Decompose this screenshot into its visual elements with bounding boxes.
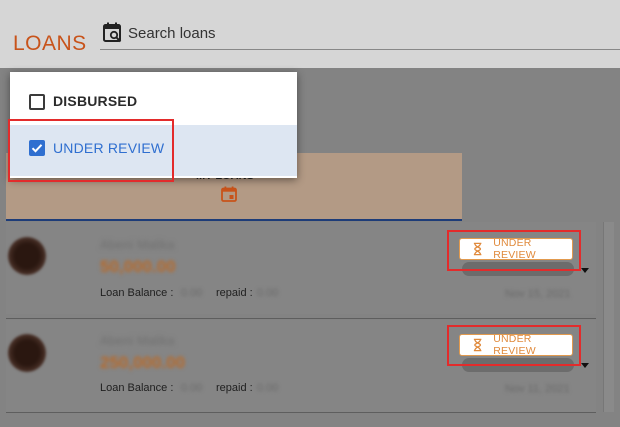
borrower-name: Abeni Malika <box>100 333 175 348</box>
highlight-frame <box>8 119 174 182</box>
highlight-frame <box>447 230 581 271</box>
repaid-label: repaid : <box>216 382 253 394</box>
row-divider <box>6 412 596 413</box>
tab-active-indicator <box>6 219 462 221</box>
menu-item-label: DISBURSED <box>53 93 138 109</box>
loan-amount: 50,000.00 <box>100 257 176 276</box>
scrollbar[interactable] <box>603 222 614 412</box>
avatar <box>8 237 46 275</box>
repaid-value: 0.00 <box>257 287 279 299</box>
brand-title: LOANS <box>13 32 87 55</box>
balance-label: Loan Balance : <box>100 287 174 299</box>
search-input[interactable]: Search loans <box>128 25 216 42</box>
checkbox-unchecked-icon[interactable] <box>29 94 45 110</box>
row-divider <box>6 318 596 319</box>
loan-date: Nov 15, 2021 <box>505 288 571 300</box>
avatar <box>8 334 46 372</box>
calendar-icon <box>221 186 237 202</box>
balance-label: Loan Balance : <box>100 382 174 394</box>
chevron-down-icon[interactable] <box>581 268 589 273</box>
calendar-search-icon[interactable] <box>103 22 123 44</box>
borrower-name: Abeni Malika <box>100 237 175 252</box>
app-header <box>0 0 620 68</box>
repaid-value: 0.00 <box>257 382 279 394</box>
loan-amount: 250,000.00 <box>100 353 186 372</box>
highlight-frame <box>447 325 581 366</box>
balance-value: 0.00 <box>181 382 203 394</box>
search-underline <box>100 49 620 50</box>
repaid-label: repaid : <box>216 287 253 299</box>
loan-date: Nov 11, 2021 <box>505 383 570 395</box>
chevron-down-icon[interactable] <box>581 363 589 368</box>
balance-value: 0.00 <box>181 287 203 299</box>
